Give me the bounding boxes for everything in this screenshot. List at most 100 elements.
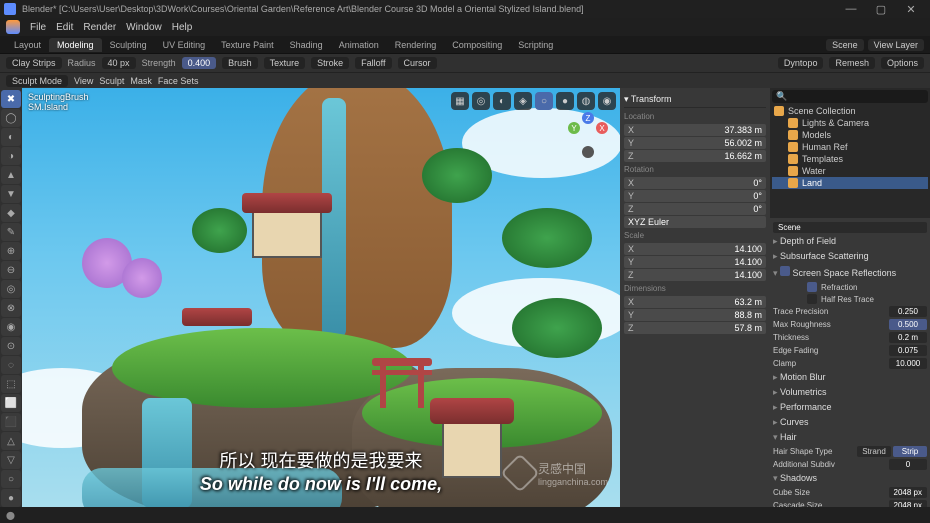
trace-precision-field[interactable]: 0.250 <box>889 306 927 317</box>
tab-texturepaint[interactable]: Texture Paint <box>213 38 282 52</box>
shading-solid-icon[interactable]: ● <box>556 92 574 110</box>
tool-cloth[interactable]: ● <box>1 489 21 507</box>
tool-grab[interactable]: ◉ <box>1 318 21 336</box>
gizmo-select-icon[interactable]: ▦ <box>451 92 469 110</box>
options-menu[interactable]: Options <box>881 57 924 69</box>
brush-menu[interactable]: Brush <box>222 57 258 69</box>
strength-field[interactable]: 0.400 <box>182 57 217 69</box>
shadows-section[interactable]: Shadows <box>773 471 927 486</box>
tool-draw[interactable]: ✖ <box>1 90 21 108</box>
hair-section[interactable]: Hair <box>773 430 927 445</box>
tool-fill[interactable]: ⊖ <box>1 261 21 279</box>
thickness-field[interactable]: 0.2 m <box>889 332 927 343</box>
clamp-field[interactable]: 10.000 <box>889 358 927 369</box>
location-z-field[interactable]: Z16.662 m <box>624 150 766 162</box>
sculpt-menu[interactable]: Sculpt <box>99 76 124 86</box>
outliner-root[interactable]: Scene Collection <box>772 105 928 117</box>
halfres-checkbox[interactable] <box>807 294 817 304</box>
menu-edit[interactable]: Edit <box>56 22 73 33</box>
performance-section[interactable]: Performance <box>773 400 927 415</box>
cubesize-field[interactable]: 2048 px <box>889 487 927 498</box>
shading-rendered-icon[interactable]: ◉ <box>598 92 616 110</box>
ssr-checkbox[interactable] <box>780 266 790 276</box>
outliner-item-land[interactable]: Land <box>772 177 928 189</box>
motionblur-section[interactable]: Motion Blur <box>773 370 927 385</box>
location-y-field[interactable]: Y56.002 m <box>624 137 766 149</box>
menu-window[interactable]: Window <box>126 22 162 33</box>
menu-file[interactable]: File <box>30 22 46 33</box>
gizmo-camera-icon[interactable]: ◎ <box>472 92 490 110</box>
hairshape-strip-button[interactable]: Strip <box>893 446 927 457</box>
shading-matprev-icon[interactable]: ◍ <box>577 92 595 110</box>
dim-y-field[interactable]: Y88.8 m <box>624 309 766 321</box>
tool-pinch[interactable]: ⊗ <box>1 299 21 317</box>
sss-section[interactable]: Subsurface Scattering <box>773 249 927 264</box>
tab-layout[interactable]: Layout <box>6 38 49 52</box>
tool-blob[interactable]: ▼ <box>1 185 21 203</box>
tool-smooth[interactable]: ✎ <box>1 223 21 241</box>
transform-section-header[interactable]: ▾ Transform <box>624 92 766 108</box>
outliner-item-lights[interactable]: Lights & Camera <box>772 117 928 129</box>
tool-boundary[interactable]: ○ <box>1 470 21 488</box>
dim-z-field[interactable]: Z57.8 m <box>624 322 766 334</box>
ssr-section[interactable]: Screen Space Reflections <box>773 264 927 281</box>
scene-name-field[interactable]: Scene <box>773 222 927 233</box>
outliner-item-templates[interactable]: Templates <box>772 153 928 165</box>
tool-pose[interactable]: ⬜ <box>1 394 21 412</box>
navigation-gizmo[interactable]: X Y Z <box>564 114 610 160</box>
tool-elastic[interactable]: ⊙ <box>1 337 21 355</box>
curves-section[interactable]: Curves <box>773 415 927 430</box>
cursor-menu[interactable]: Cursor <box>398 57 437 69</box>
brush-selector[interactable]: Clay Strips <box>6 57 62 69</box>
gizmo-xray-icon[interactable]: ◈ <box>514 92 532 110</box>
maximize-button[interactable]: ▢ <box>866 3 896 16</box>
3d-viewport[interactable]: SculptingBrush SM.Island ▦ ◎ ◐ ◈ ○ ● ◍ ◉… <box>22 88 620 507</box>
tool-slide[interactable]: ▽ <box>1 451 21 469</box>
falloff-menu[interactable]: Falloff <box>355 57 391 69</box>
menu-help[interactable]: Help <box>172 22 193 33</box>
tab-modeling[interactable]: Modeling <box>49 38 102 52</box>
tab-shading[interactable]: Shading <box>282 38 331 52</box>
scale-x-field[interactable]: X14.100 <box>624 243 766 255</box>
tool-layer[interactable]: ◑ <box>1 147 21 165</box>
mode-selector[interactable]: Sculpt Mode <box>6 75 68 87</box>
rotation-x-field[interactable]: X0° <box>624 177 766 189</box>
rotation-z-field[interactable]: Z0° <box>624 203 766 215</box>
outliner-item-models[interactable]: Models <box>772 129 928 141</box>
menu-render[interactable]: Render <box>83 22 116 33</box>
scene-selector[interactable]: Scene <box>826 39 864 51</box>
gizmo-overlay-icon[interactable]: ◐ <box>493 92 511 110</box>
max-roughness-field[interactable]: 0.500 <box>889 319 927 330</box>
rotation-mode-field[interactable]: XYZ Euler <box>624 216 766 228</box>
tab-sculpting[interactable]: Sculpting <box>102 38 155 52</box>
stroke-menu[interactable]: Stroke <box>311 57 349 69</box>
subdiv-field[interactable]: 0 <box>889 459 927 470</box>
refraction-checkbox[interactable] <box>807 282 817 292</box>
texture-menu[interactable]: Texture <box>264 57 306 69</box>
tool-flatten[interactable]: ⊕ <box>1 242 21 260</box>
tool-rotate[interactable]: △ <box>1 432 21 450</box>
scale-z-field[interactable]: Z14.100 <box>624 269 766 281</box>
scale-y-field[interactable]: Y14.100 <box>624 256 766 268</box>
tab-uvediting[interactable]: UV Editing <box>155 38 214 52</box>
viewlayer-selector[interactable]: View Layer <box>868 39 924 51</box>
minimize-button[interactable]: — <box>836 3 866 15</box>
tool-snakehook[interactable]: ◌ <box>1 356 21 374</box>
volumetrics-section[interactable]: Volumetrics <box>773 385 927 400</box>
tab-compositing[interactable]: Compositing <box>444 38 510 52</box>
facesets-menu[interactable]: Face Sets <box>158 76 199 86</box>
close-button[interactable]: ✕ <box>896 3 926 16</box>
dim-x-field[interactable]: X63.2 m <box>624 296 766 308</box>
hairshape-strand-button[interactable]: Strand <box>857 446 891 457</box>
shading-wire-icon[interactable]: ○ <box>535 92 553 110</box>
cascadesize-field[interactable]: 2048 px <box>889 500 927 507</box>
tool-claystrips[interactable]: ◯ <box>1 109 21 127</box>
tool-clay[interactable]: ◐ <box>1 128 21 146</box>
remesh-menu[interactable]: Remesh <box>829 57 875 69</box>
radius-field[interactable]: 40 px <box>102 57 136 69</box>
tab-rendering[interactable]: Rendering <box>387 38 445 52</box>
view-menu[interactable]: View <box>74 76 93 86</box>
edge-fading-field[interactable]: 0.075 <box>889 345 927 356</box>
tool-scrape[interactable]: ◎ <box>1 280 21 298</box>
tool-nudge[interactable]: ⬛ <box>1 413 21 431</box>
